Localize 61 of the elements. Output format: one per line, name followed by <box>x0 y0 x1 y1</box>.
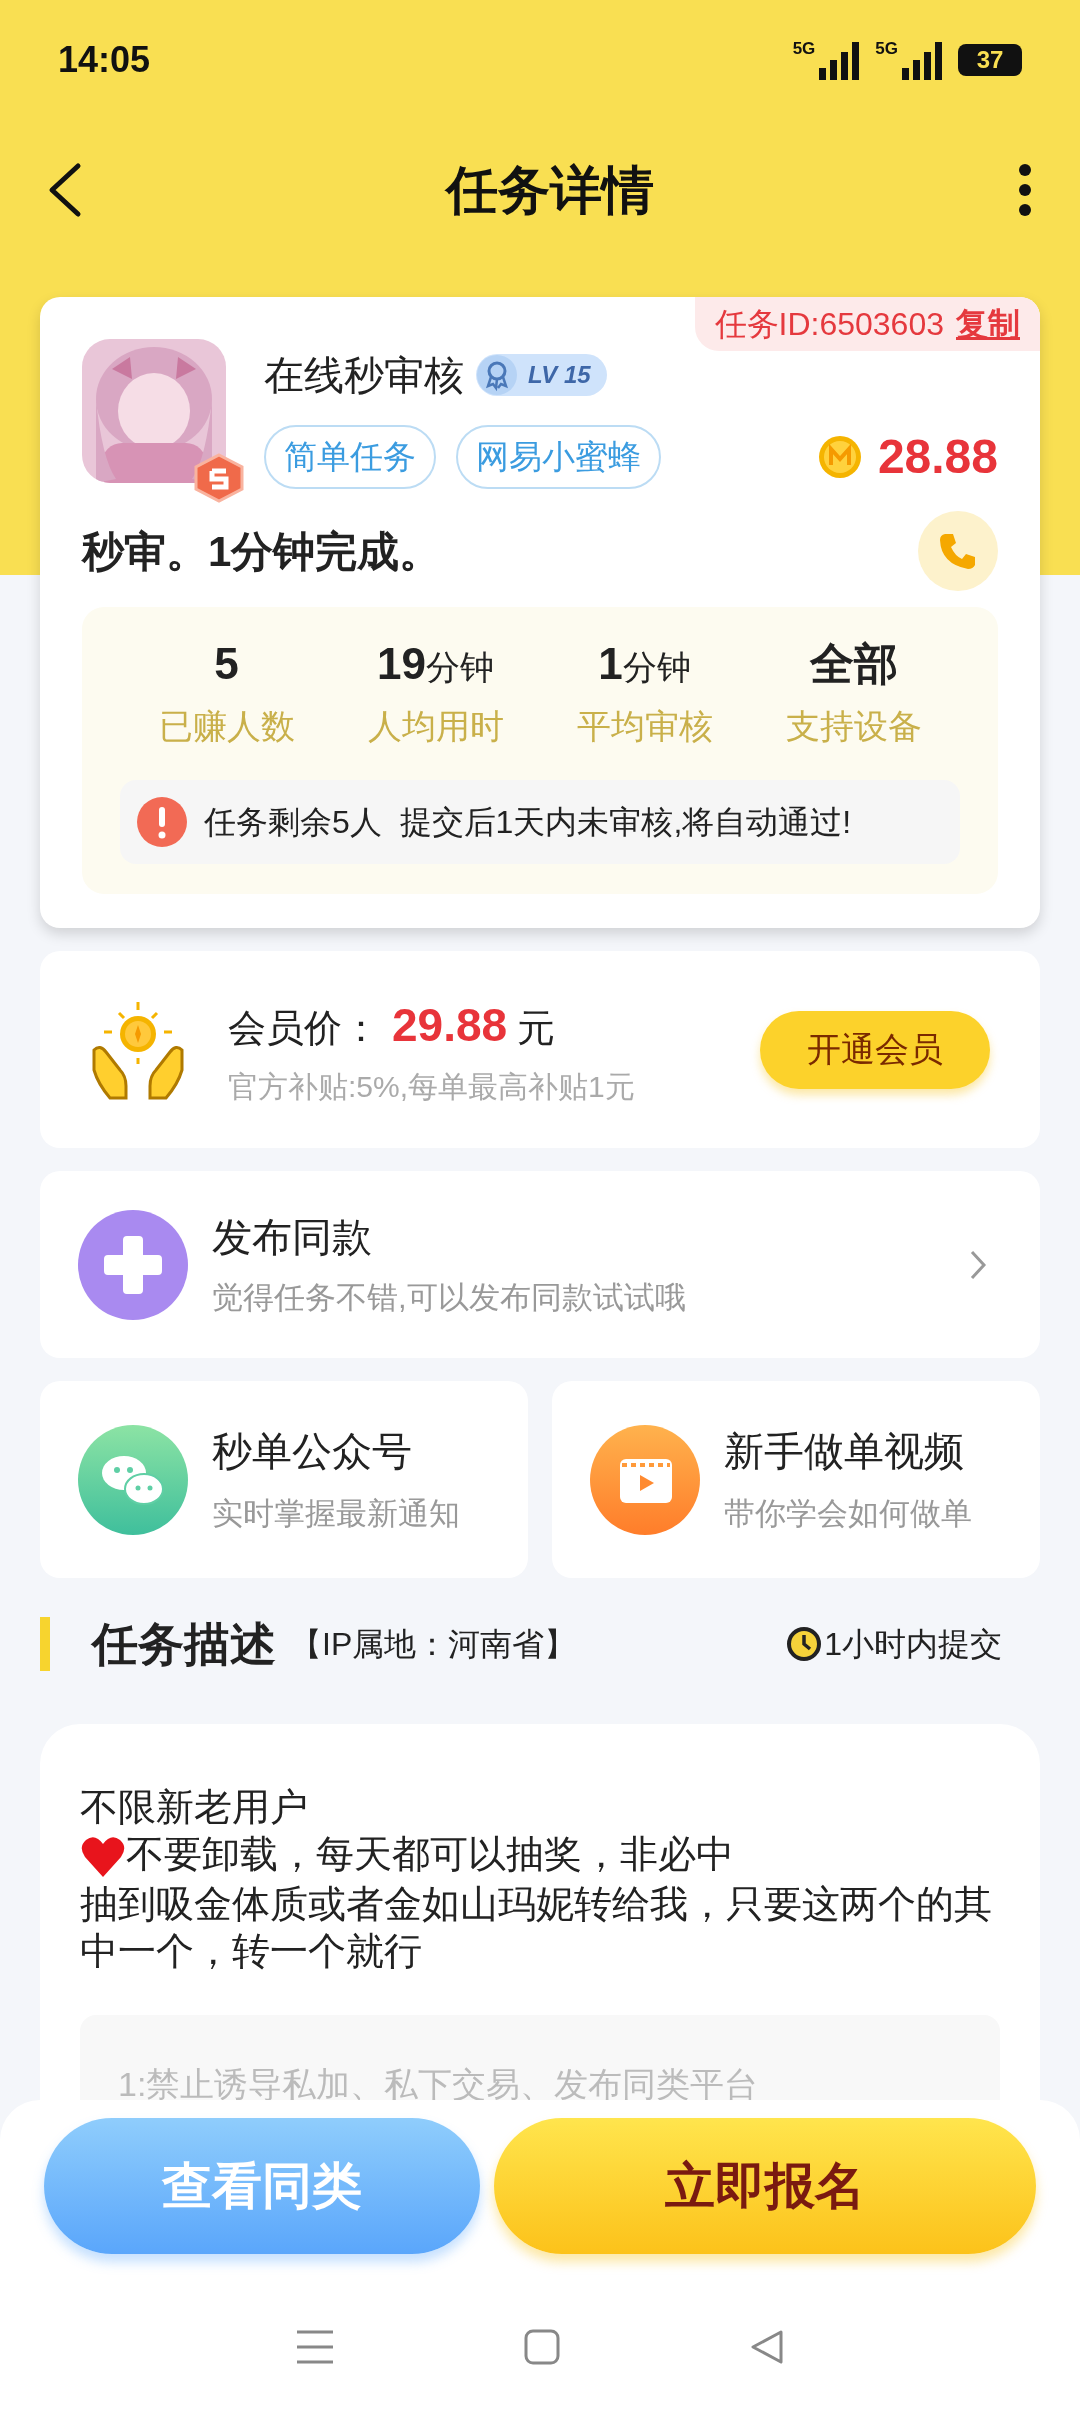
section-accent-bar <box>40 1617 50 1671</box>
open-membership-button[interactable]: 开通会员 <box>760 1010 990 1089</box>
publish-card[interactable]: 发布同款 觉得任务不错,可以发布同款试试哦 <box>40 1171 1040 1358</box>
warning-icon <box>136 796 188 848</box>
hands-coin-icon <box>90 999 186 1100</box>
tag: 网易小蜜蜂 <box>456 425 661 489</box>
status-time: 14:05 <box>58 38 151 82</box>
copy-link[interactable]: 复制 <box>956 300 1020 348</box>
shortcut-card[interactable]: 秒单公众号 实时掌握最新通知 <box>40 1381 528 1578</box>
clock-icon <box>786 1626 823 1662</box>
shortcut-subtitle: 实时掌握最新通知 <box>212 1495 460 1534</box>
rank-badge-icon <box>192 453 246 503</box>
shortcut-title: 新手做单视频 <box>724 1428 965 1476</box>
stat-label: 平均审核 <box>576 706 713 747</box>
level-text: LV 15 <box>528 360 591 390</box>
deadline-text: 1小时内提交 <box>824 1625 1002 1664</box>
page-title: 任务详情 <box>446 160 654 221</box>
sign-up-button[interactable]: 立即报名 <box>494 2118 1036 2254</box>
back-nav-icon[interactable] <box>749 2329 786 2365</box>
description-text: 不限新老用户 <box>80 1785 308 1830</box>
tag: 简单任务 <box>264 425 436 489</box>
member-price: 29.88 <box>392 997 508 1053</box>
signal-icon <box>900 40 944 80</box>
subsidy-text: 官方补贴:5%,每单最高补贴1元 <box>228 1068 635 1105</box>
stat-label: 已赚人数 <box>158 706 295 747</box>
shortcut-subtitle: 带你学会如何做单 <box>724 1495 972 1534</box>
stat-label: 人均用时 <box>367 706 504 747</box>
notice-text: 任务剩余5人 提交后1天内未审核,将自动通过! <box>204 803 852 842</box>
description-text: 不要卸载，每天都可以抽奖，非必中 <box>126 1832 734 1877</box>
coin-icon <box>817 435 862 479</box>
stat-value: 5 <box>214 638 239 690</box>
stat-unit: 分钟 <box>622 647 691 688</box>
stat-unit: 分钟 <box>425 647 494 688</box>
chat-bubbles-icon <box>78 1424 188 1535</box>
stat-value: 19 <box>377 638 426 690</box>
battery-level: 37 <box>976 48 1004 72</box>
menu-icon[interactable] <box>294 2329 335 2365</box>
signal-icon <box>817 40 862 80</box>
plus-icon <box>78 1209 188 1320</box>
shortcut-card[interactable]: 新手做单视频 带你学会如何做单 <box>552 1381 1040 1578</box>
rule-text: 1:禁止诱导私加、私下交易、发布同类平台 <box>118 2065 759 2103</box>
shortcut-title: 秒单公众号 <box>212 1428 413 1476</box>
publish-title: 发布同款 <box>212 1214 373 1262</box>
stat-label: 支持设备 <box>785 706 922 747</box>
publish-subtitle: 觉得任务不错,可以发布同款试试哦 <box>212 1279 686 1318</box>
video-play-icon <box>590 1424 700 1535</box>
network-label: 5G <box>792 40 816 57</box>
home-icon[interactable] <box>524 2329 560 2365</box>
task-id: 任务ID:6503603 <box>714 305 944 344</box>
stat-value: 1 <box>598 638 623 690</box>
member-price-label: 会员价： <box>228 1005 380 1051</box>
section-title: 任务描述 <box>92 1616 276 1672</box>
medal-icon <box>476 354 520 396</box>
task-name: 在线秒审核 <box>264 352 464 399</box>
description-text: 抽到吸金体质或者金如山玛妮转给我，只要这两个的其中一个，转一个就行 <box>80 1882 993 1974</box>
ip-location: 【IP属地：河南省】 <box>290 1625 577 1664</box>
reward-amount: 28.88 <box>877 429 998 485</box>
task-summary: 秒审。1分钟完成。 <box>82 526 442 577</box>
stat-value: 全部 <box>809 638 898 690</box>
network-label: 5G <box>875 40 898 57</box>
currency-label: 元 <box>517 1005 556 1051</box>
